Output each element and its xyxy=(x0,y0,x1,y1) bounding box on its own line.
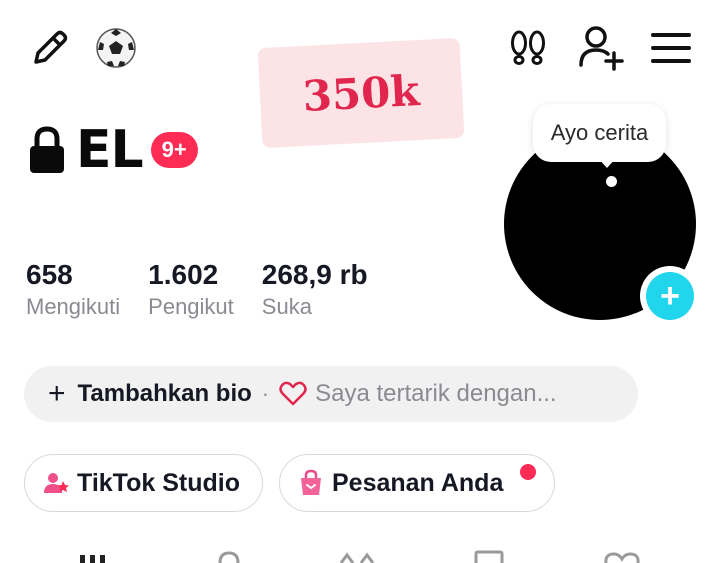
stat-followers[interactable]: 1.602 Pengikut xyxy=(148,258,234,322)
bio-separator: · xyxy=(261,381,270,406)
tiktok-studio-button[interactable]: TikTok Studio xyxy=(24,454,263,512)
shopping-bag-icon xyxy=(301,469,321,495)
profile-views-button[interactable] xyxy=(504,24,552,72)
story-bubble[interactable]: Ayo cerita xyxy=(533,104,666,162)
likes-label: Suka xyxy=(261,294,312,319)
hamburger-menu-icon xyxy=(651,33,691,63)
lock-icon xyxy=(30,126,64,173)
following-count: 658 xyxy=(26,259,73,290)
add-bio-button[interactable]: Tambahkan bio xyxy=(78,380,252,408)
edit-pencil-icon xyxy=(34,30,68,64)
bubble-dot xyxy=(606,176,617,187)
followers-label: Pengikut xyxy=(148,294,234,319)
plus-icon: + xyxy=(48,377,66,410)
your-orders-label: Pesanan Anda xyxy=(332,468,504,497)
following-label: Mengikuti xyxy=(26,294,121,319)
saved-tab-icon[interactable] xyxy=(472,550,506,563)
interests-input[interactable]: Saya tertarik dengan... xyxy=(315,380,556,408)
bio-bar[interactable]: + Tambahkan bio · Saya tertarik dengan..… xyxy=(24,366,638,422)
notification-badge[interactable]: 9+ xyxy=(150,132,198,168)
story-bubble-text: Ayo cerita xyxy=(550,120,649,145)
add-story-button[interactable]: + xyxy=(640,266,700,326)
repost-tab-icon[interactable] xyxy=(337,550,377,563)
soccer-ball-button[interactable] xyxy=(92,24,140,72)
liked-tab-icon[interactable] xyxy=(602,550,642,563)
studio-icon xyxy=(44,473,69,493)
profile-stats: 658 Mengikuti 1.602 Pengikut 268,9 rb Su… xyxy=(26,258,396,322)
edit-profile-button[interactable] xyxy=(26,26,74,70)
private-tab-icon[interactable] xyxy=(216,550,242,563)
profile-name: EL xyxy=(76,120,144,180)
your-orders-button[interactable]: Pesanan Anda xyxy=(279,454,555,512)
stat-likes[interactable]: 268,9 rb Suka xyxy=(262,258,368,322)
grid-tab-icon[interactable] xyxy=(78,550,108,563)
views-sticker: 350k xyxy=(257,37,465,149)
plus-icon: + xyxy=(646,272,694,320)
views-sticker-text: 350k xyxy=(301,65,421,121)
profile-name-row: EL 9+ xyxy=(28,118,198,182)
menu-button[interactable] xyxy=(647,24,695,72)
followers-count: 1.602 xyxy=(148,259,219,290)
heart-icon xyxy=(279,381,307,406)
orders-notification-dot xyxy=(520,464,536,480)
footprints-icon xyxy=(511,30,545,65)
likes-count: 268,9 rb xyxy=(261,259,368,290)
soccer-ball-icon xyxy=(96,28,136,68)
find-friends-button[interactable] xyxy=(575,22,627,72)
story-bubble-tail xyxy=(598,158,616,168)
stat-following[interactable]: 658 Mengikuti xyxy=(26,258,120,322)
add-user-icon xyxy=(579,26,624,71)
tiktok-studio-label: TikTok Studio xyxy=(77,468,240,497)
